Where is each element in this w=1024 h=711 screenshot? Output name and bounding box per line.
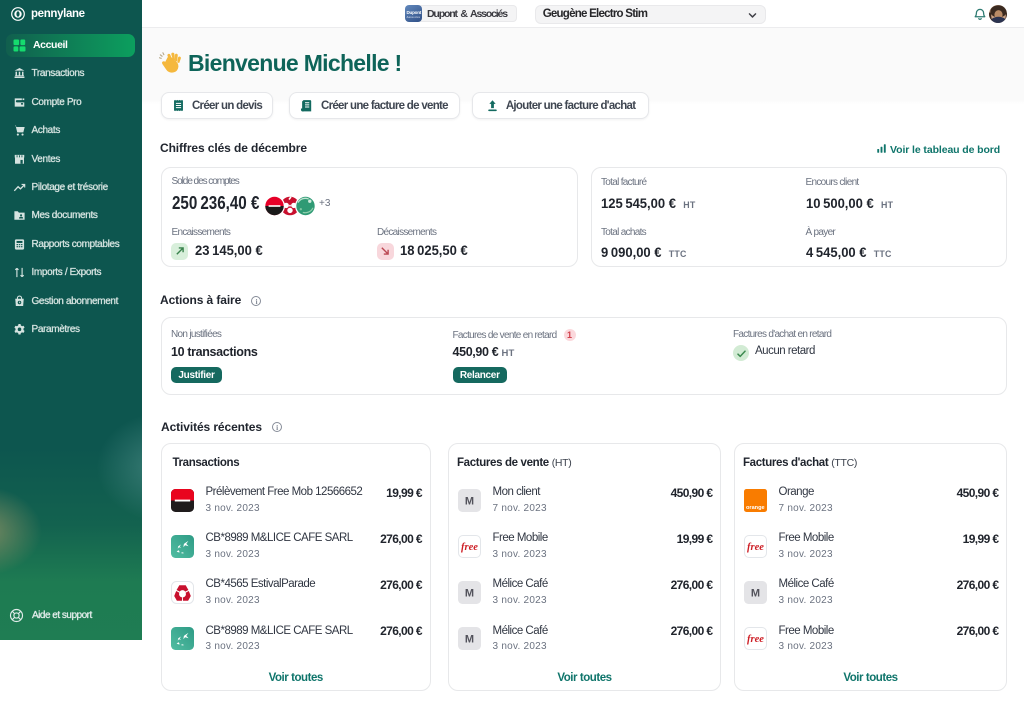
svg-text:orange: orange xyxy=(746,505,765,511)
svg-text:free: free xyxy=(461,542,478,553)
svg-text:M: M xyxy=(465,495,474,507)
svg-text:free: free xyxy=(747,634,764,645)
svg-text:M: M xyxy=(751,587,760,599)
svg-text:M: M xyxy=(465,587,474,599)
svg-text:M: M xyxy=(465,634,474,646)
svg-text:free: free xyxy=(747,542,764,553)
